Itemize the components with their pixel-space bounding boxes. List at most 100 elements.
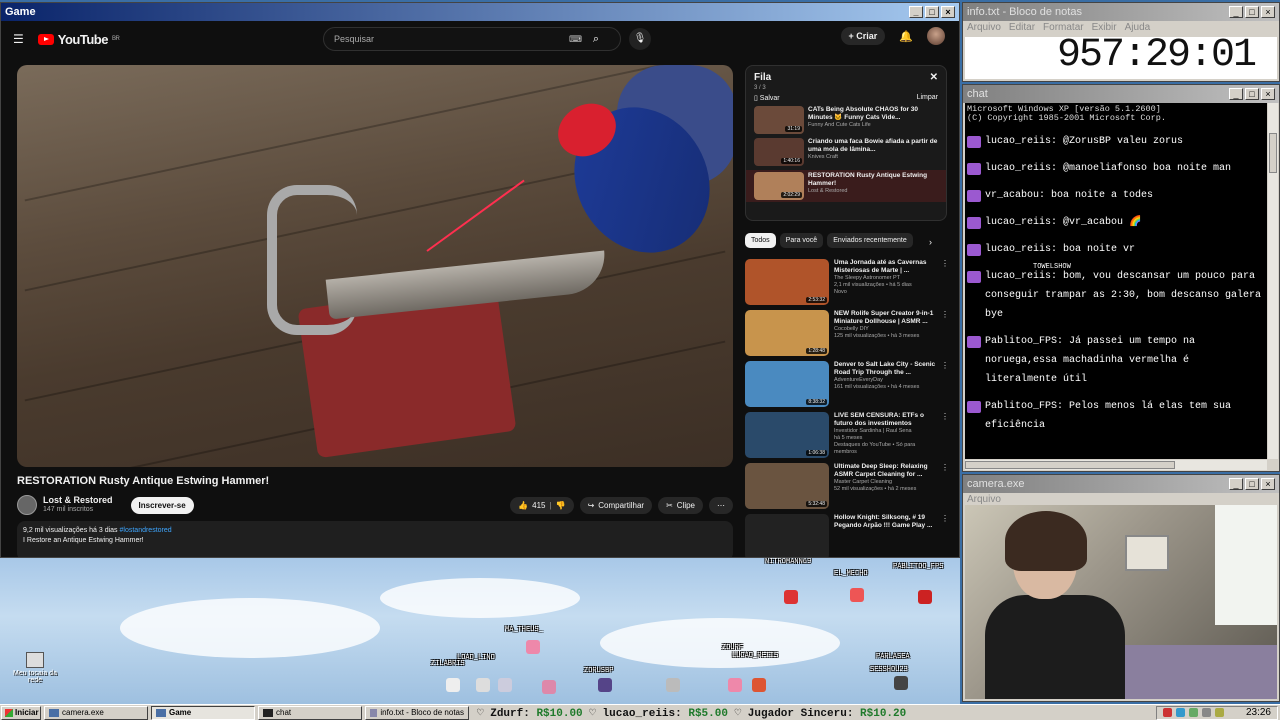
thumbs-down-icon[interactable]: 👎	[556, 501, 566, 510]
recommendation-channel[interactable]: AdventureEveryDay	[834, 377, 936, 384]
recommendation-title[interactable]: LIVE SEM CENSURA: ETFs o futuro dos inve…	[834, 412, 936, 428]
close-button[interactable]: ×	[1261, 6, 1275, 18]
minimize-button[interactable]: _	[1229, 88, 1243, 100]
minimize-button[interactable]: _	[1229, 6, 1243, 18]
filter-chip[interactable]: Para você	[779, 233, 824, 248]
notepad-titlebar[interactable]: info.txt - Bloco de notas _ □ ×	[963, 3, 1279, 21]
recommendation-item[interactable]: 5:32:48 Ultimate Deep Sleep: Relaxing ASM…	[745, 463, 949, 509]
maximize-button[interactable]: □	[1245, 88, 1259, 100]
taskbar-button-notepad[interactable]: info.txt - Bloco de notas	[365, 705, 469, 720]
subscribe-button[interactable]: Inscrever-se	[130, 496, 194, 514]
network-desktop-icon[interactable]: Meu tocaia da rede	[10, 652, 60, 684]
channel-name[interactable]: Lost & Restored	[43, 495, 113, 506]
recommendation-item[interactable]: 2:53:32 Uma Jornada até as Cavernas Miste…	[745, 259, 949, 305]
recommendation-title[interactable]: Ultimate Deep Sleep: Relaxing ASMR Carpe…	[834, 463, 936, 479]
save-queue-button[interactable]: ▯ Salvar	[754, 94, 780, 102]
like-button[interactable]: 👍 415 | 👎	[510, 496, 574, 514]
game-titlebar[interactable]: Game _ □ ×	[1, 3, 959, 21]
recommendation-item[interactable]: 1:28:48 NEW Rolife Super Creator 9-in-1 M…	[745, 310, 949, 356]
description-box[interactable]: 9,2 mil visualizações há 3 dias #lostand…	[17, 521, 733, 557]
twitch-badge-icon	[967, 162, 981, 175]
notepad-menu-item[interactable]: Arquivo	[967, 22, 1001, 36]
recommendation-thumbnail[interactable]: 8:38:32	[745, 361, 829, 407]
filter-chip[interactable]: Enviados recentemente	[827, 233, 913, 248]
more-vert-icon[interactable]: ⋮	[941, 361, 949, 407]
tray-icon[interactable]	[1214, 708, 1224, 717]
recommendation-item[interactable]: 8:38:32 Denver to Salt Lake City - Scenic…	[745, 361, 949, 407]
queue-item-text: CATs Being Absolute CHAOS for 30 Minutes…	[808, 106, 938, 134]
notepad-menu-item[interactable]: Editar	[1009, 22, 1035, 36]
close-queue-icon[interactable]: ✕	[930, 72, 938, 83]
notepad-text-area[interactable]: 957:29:01	[965, 33, 1277, 79]
maximize-button[interactable]: □	[1245, 478, 1259, 490]
more-actions-button[interactable]: ⋯	[709, 496, 733, 514]
queue-item-title: CATs Being Absolute CHAOS for 30 Minutes…	[808, 106, 919, 122]
recommendation-thumbnail[interactable]: 1:28:48	[745, 310, 829, 356]
taskbar-button-chat[interactable]: chat	[258, 705, 362, 720]
clip-button[interactable]: ✂ Clipe	[658, 496, 703, 514]
minimize-button[interactable]: _	[1229, 478, 1243, 490]
more-vert-icon[interactable]: ⋮	[941, 310, 949, 356]
tray-icon[interactable]	[1162, 708, 1172, 717]
recommendation-title[interactable]: Hollow Knight: Silksong, # 19 Pegando Ar…	[834, 514, 936, 530]
recommendation-channel[interactable]: Investidor Sardinha | Raul Sena	[834, 428, 936, 435]
maximize-button[interactable]: □	[925, 6, 939, 18]
recommendation-item[interactable]: 1:06:38 LIVE SEM CENSURA: ETFs o futuro d…	[745, 412, 949, 458]
close-button[interactable]: ×	[1261, 478, 1275, 490]
more-vert-icon[interactable]: ⋮	[941, 412, 949, 458]
create-button[interactable]: + Criar	[840, 27, 886, 45]
more-vert-icon[interactable]: ⋮	[941, 463, 949, 509]
taskbar-button-camera[interactable]: camera.exe	[44, 705, 148, 720]
microphone-icon[interactable]: 🎙	[629, 28, 651, 50]
person-hair	[1005, 511, 1087, 571]
hashtag-link[interactable]: #lostandrestored	[120, 527, 172, 534]
queue-item[interactable]: 1:40:16 Criando uma faca Bowie afiada a p…	[754, 138, 938, 166]
chat-titlebar[interactable]: chat _ □ ×	[963, 85, 1279, 103]
recommendation-channel[interactable]: Cocobelly DIY	[834, 326, 936, 333]
queue-item[interactable]: 31:19 CATs Being Absolute CHAOS for 30 Mi…	[754, 106, 938, 134]
recommendation-title[interactable]: Uma Jornada até as Cavernas Misteriosas …	[834, 259, 936, 275]
tray-icon[interactable]	[1201, 708, 1211, 717]
close-button[interactable]: ×	[941, 6, 955, 18]
recommendation-thumbnail[interactable]: 5:32:48	[745, 463, 829, 509]
clear-queue-button[interactable]: Limpar	[917, 94, 938, 102]
channel-avatar[interactable]	[17, 495, 37, 515]
hamburger-menu-icon[interactable]: ☰	[13, 32, 24, 46]
taskbar-button-game[interactable]: Game	[151, 705, 255, 720]
filter-chip[interactable]: Todos	[745, 233, 776, 248]
queue-item[interactable]: 2:02:29 RESTORATION Rusty Antique Estwing…	[746, 170, 946, 202]
recommendation-item[interactable]: Hollow Knight: Silksong, # 19 Pegando Ar…	[745, 514, 949, 557]
recommendation-thumbnail[interactable]: 2:53:32	[745, 259, 829, 305]
minimize-button[interactable]: _	[909, 6, 923, 18]
recommendation-title[interactable]: Denver to Salt Lake City - Scenic Road T…	[834, 361, 936, 377]
youtube-logo[interactable]: YouTube BR	[37, 32, 120, 47]
recommendation-thumbnail[interactable]: 1:06:38	[745, 412, 829, 458]
bell-icon[interactable]: 🔔	[899, 30, 913, 43]
share-button[interactable]: ↪ Compartilhar	[579, 496, 653, 514]
scrollbar-thumb[interactable]	[1269, 133, 1277, 173]
search-input[interactable]: Pesquisar	[334, 34, 374, 44]
recommendation-title[interactable]: NEW Rolife Super Creator 9-in-1 Miniatur…	[834, 310, 936, 326]
keyboard-icon[interactable]: ⌨	[569, 34, 582, 45]
start-button[interactable]: Iniciar	[1, 705, 41, 720]
clock[interactable]: 23:26	[1246, 707, 1271, 718]
account-avatar[interactable]	[927, 27, 945, 45]
tray-icon[interactable]	[1175, 708, 1185, 717]
maximize-button[interactable]: □	[1245, 6, 1259, 18]
search-icon[interactable]: ⌕	[582, 33, 610, 46]
more-vert-icon[interactable]: ⋮	[941, 514, 949, 557]
chat-horizontal-scrollbar[interactable]	[965, 460, 1267, 470]
chat-window: chat _ □ × Microsoft Windows XP [versão …	[962, 84, 1280, 472]
recommendation-channel[interactable]: Master Carpet Cleaning	[834, 479, 936, 486]
tray-icon[interactable]	[1188, 708, 1198, 717]
recommendation-thumbnail[interactable]	[745, 514, 829, 557]
chat-vertical-scrollbar[interactable]	[1268, 103, 1278, 459]
camera-titlebar[interactable]: camera.exe _ □ ×	[963, 475, 1279, 493]
video-player[interactable]	[17, 65, 733, 467]
more-vert-icon[interactable]: ⋮	[941, 259, 949, 305]
search-box[interactable]: Pesquisar ⌨ ⌕	[323, 27, 621, 51]
chevron-right-icon[interactable]: ›	[929, 237, 932, 247]
recommendation-channel[interactable]: The Sleepy Astronomer PT	[834, 275, 936, 282]
close-button[interactable]: ×	[1261, 88, 1275, 100]
scrollbar-thumb[interactable]	[965, 461, 1175, 469]
